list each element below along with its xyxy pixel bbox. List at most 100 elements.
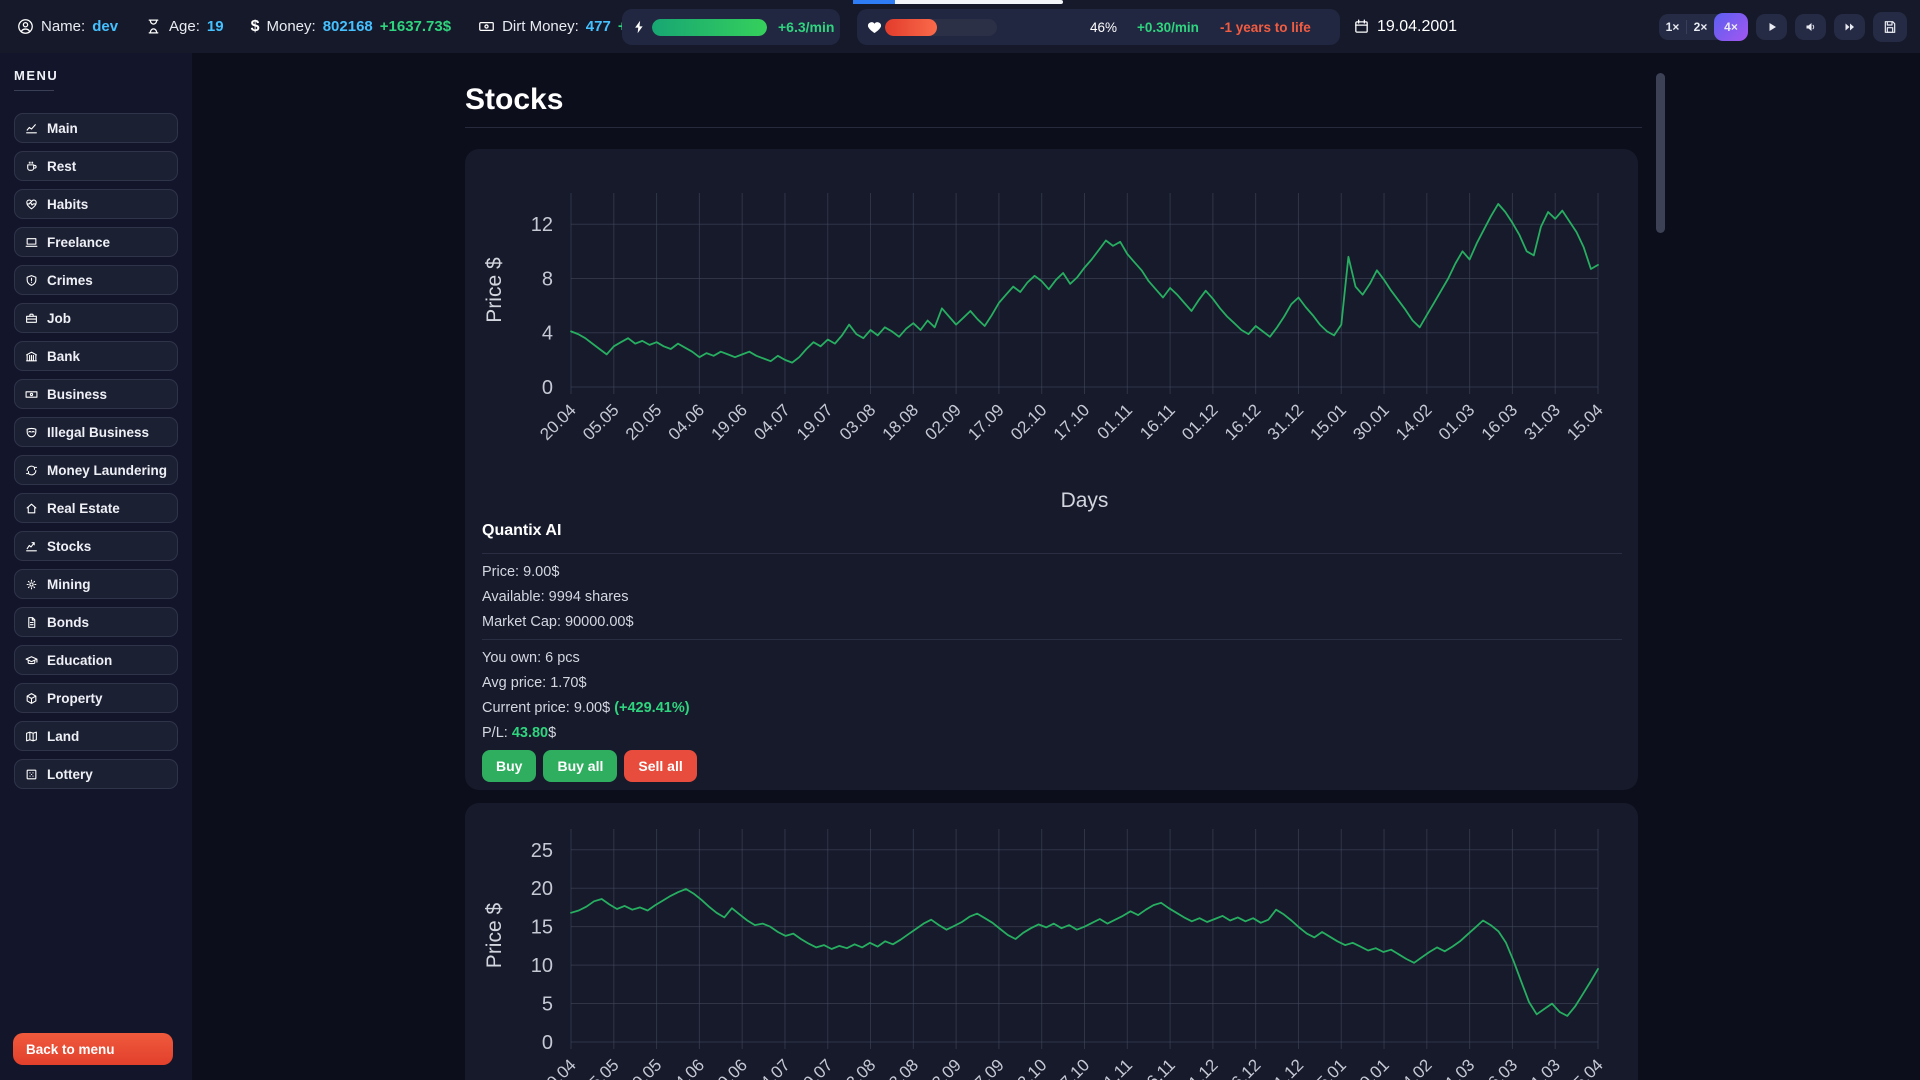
svg-text:19.06: 19.06 bbox=[707, 1055, 751, 1080]
menu-underline bbox=[14, 90, 54, 91]
energy-bar-fill bbox=[652, 19, 767, 36]
sidebar-item-main[interactable]: Main bbox=[14, 113, 178, 143]
svg-text:31.03: 31.03 bbox=[1521, 1055, 1565, 1080]
sidebar-item-bonds[interactable]: Bonds bbox=[14, 607, 178, 637]
buy-all-button[interactable]: Buy all bbox=[543, 750, 617, 782]
sidebar-item-land[interactable]: Land bbox=[14, 721, 178, 751]
name-value: dev bbox=[92, 18, 118, 35]
svg-text:0: 0 bbox=[542, 1032, 553, 1054]
svg-text:15.01: 15.01 bbox=[1307, 400, 1351, 444]
time-controls: 1× 2× 4× bbox=[1659, 0, 1907, 53]
sidebar-item-illegal-business[interactable]: Illegal Business bbox=[14, 417, 178, 447]
svg-text:15: 15 bbox=[531, 917, 553, 939]
speaker-icon bbox=[1805, 21, 1817, 33]
sidebar-item-lottery[interactable]: Lottery bbox=[14, 759, 178, 789]
svg-text:20.04: 20.04 bbox=[536, 1055, 580, 1080]
chart-line-icon bbox=[25, 122, 38, 135]
save-button[interactable] bbox=[1873, 12, 1907, 42]
sidebar-item-job[interactable]: Job bbox=[14, 303, 178, 333]
stock-available-line: Available: 9994 shares bbox=[482, 589, 1622, 605]
fast-forward-icon bbox=[1844, 21, 1856, 33]
stock-price-line: Price: 9.00$ bbox=[482, 564, 1622, 580]
svg-text:04.07: 04.07 bbox=[750, 400, 794, 444]
player-name-stat: Name: dev bbox=[17, 18, 118, 35]
pl-suffix: $ bbox=[548, 725, 556, 741]
current-price-delta: (+429.41%) bbox=[614, 700, 689, 716]
svg-text:16.03: 16.03 bbox=[1478, 400, 1522, 444]
calendar-icon bbox=[1353, 18, 1370, 35]
sidebar-item-freelance[interactable]: Freelance bbox=[14, 227, 178, 257]
stock-pl-line: P/L: 43.80$ bbox=[482, 725, 1622, 741]
speed-4x-button[interactable]: 4× bbox=[1714, 13, 1748, 41]
svg-text:25: 25 bbox=[531, 840, 553, 862]
speed-1x-button[interactable]: 1× bbox=[1659, 14, 1686, 40]
age-label: Age: bbox=[169, 18, 200, 35]
sidebar-item-real-estate[interactable]: Real Estate bbox=[14, 493, 178, 523]
name-label: Name: bbox=[41, 18, 85, 35]
sidebar-item-label: Lottery bbox=[47, 767, 93, 782]
sidebar-item-crimes[interactable]: Crimes bbox=[14, 265, 178, 295]
stock-card-quantix: 0481220.0405.0520.0504.0619.0604.0719.07… bbox=[465, 149, 1638, 790]
sidebar-item-mining[interactable]: Mining bbox=[14, 569, 178, 599]
sidebar-item-label: Bonds bbox=[47, 615, 89, 630]
sidebar-item-money-laundering[interactable]: Money Laundering bbox=[14, 455, 178, 485]
sidebar-item-bank[interactable]: Bank bbox=[14, 341, 178, 371]
health-heart-icon bbox=[866, 19, 883, 35]
svg-text:20.05: 20.05 bbox=[622, 1055, 666, 1080]
energy-panel: +6.3/min bbox=[622, 9, 840, 45]
map-icon bbox=[25, 730, 38, 743]
svg-text:19.07: 19.07 bbox=[793, 1055, 837, 1080]
energy-bar bbox=[652, 19, 767, 36]
svg-text:20: 20 bbox=[531, 878, 553, 900]
scrollbar-thumb[interactable] bbox=[1656, 73, 1665, 233]
svg-text:14.02: 14.02 bbox=[1392, 400, 1436, 444]
svg-text:01.11: 01.11 bbox=[1093, 400, 1136, 443]
svg-text:10: 10 bbox=[531, 955, 553, 977]
svg-text:03.08: 03.08 bbox=[836, 1055, 880, 1080]
svg-text:16.11: 16.11 bbox=[1136, 1055, 1179, 1080]
svg-text:02.09: 02.09 bbox=[921, 400, 965, 444]
svg-text:16.11: 16.11 bbox=[1136, 400, 1179, 443]
speed-2x-button[interactable]: 2× bbox=[1687, 14, 1714, 40]
sidebar-item-stocks[interactable]: Stocks bbox=[14, 531, 178, 561]
sidebar-item-rest[interactable]: Rest bbox=[14, 151, 178, 181]
topbar: Name: dev Age: 19 $ Money: 802168 +1637.… bbox=[0, 0, 1920, 53]
sidebar-item-property[interactable]: Property bbox=[14, 683, 178, 713]
svg-text:18.08: 18.08 bbox=[879, 1055, 923, 1080]
back-to-menu-button[interactable]: Back to menu bbox=[13, 1033, 173, 1065]
svg-text:02.10: 02.10 bbox=[1007, 1055, 1051, 1080]
heart-pulse-icon bbox=[25, 198, 38, 211]
sidebar-item-habits[interactable]: Habits bbox=[14, 189, 178, 219]
speed-group: 1× 2× 4× bbox=[1659, 14, 1748, 40]
money-label: Money: bbox=[267, 18, 316, 35]
sidebar-item-label: Real Estate bbox=[47, 501, 120, 516]
buy-button[interactable]: Buy bbox=[482, 750, 536, 782]
sidebar-item-label: Illegal Business bbox=[47, 425, 149, 440]
briefcase-icon bbox=[25, 312, 38, 325]
svg-text:02.10: 02.10 bbox=[1007, 400, 1051, 444]
play-button[interactable] bbox=[1756, 14, 1787, 40]
sound-button[interactable] bbox=[1795, 14, 1826, 40]
svg-text:31.12: 31.12 bbox=[1264, 400, 1308, 444]
dice-icon bbox=[25, 768, 38, 781]
age-value: 19 bbox=[207, 18, 224, 35]
health-rate: +0.30/min bbox=[1137, 20, 1199, 35]
shield-alert-icon bbox=[25, 274, 38, 287]
bank-icon bbox=[25, 350, 38, 363]
skip-button[interactable] bbox=[1834, 14, 1865, 40]
sidebar-item-business[interactable]: Business bbox=[14, 379, 178, 409]
page-title: Stocks bbox=[465, 83, 563, 117]
svg-text:19.07: 19.07 bbox=[793, 400, 837, 444]
svg-text:15.01: 15.01 bbox=[1307, 1055, 1351, 1080]
svg-text:17.10: 17.10 bbox=[1050, 400, 1094, 444]
sell-all-button[interactable]: Sell all bbox=[624, 750, 696, 782]
svg-text:04.06: 04.06 bbox=[665, 400, 709, 444]
stock-price-chart-1: 0481220.0405.0520.0504.0619.0604.0719.07… bbox=[465, 149, 1638, 521]
sidebar-item-label: Job bbox=[47, 311, 71, 326]
money-bill-icon bbox=[478, 18, 495, 35]
coffee-icon bbox=[25, 160, 38, 173]
svg-text:17.09: 17.09 bbox=[964, 400, 1008, 444]
play-icon bbox=[1766, 21, 1778, 33]
svg-text:30.01: 30.01 bbox=[1349, 400, 1393, 444]
sidebar-item-education[interactable]: Education bbox=[14, 645, 178, 675]
